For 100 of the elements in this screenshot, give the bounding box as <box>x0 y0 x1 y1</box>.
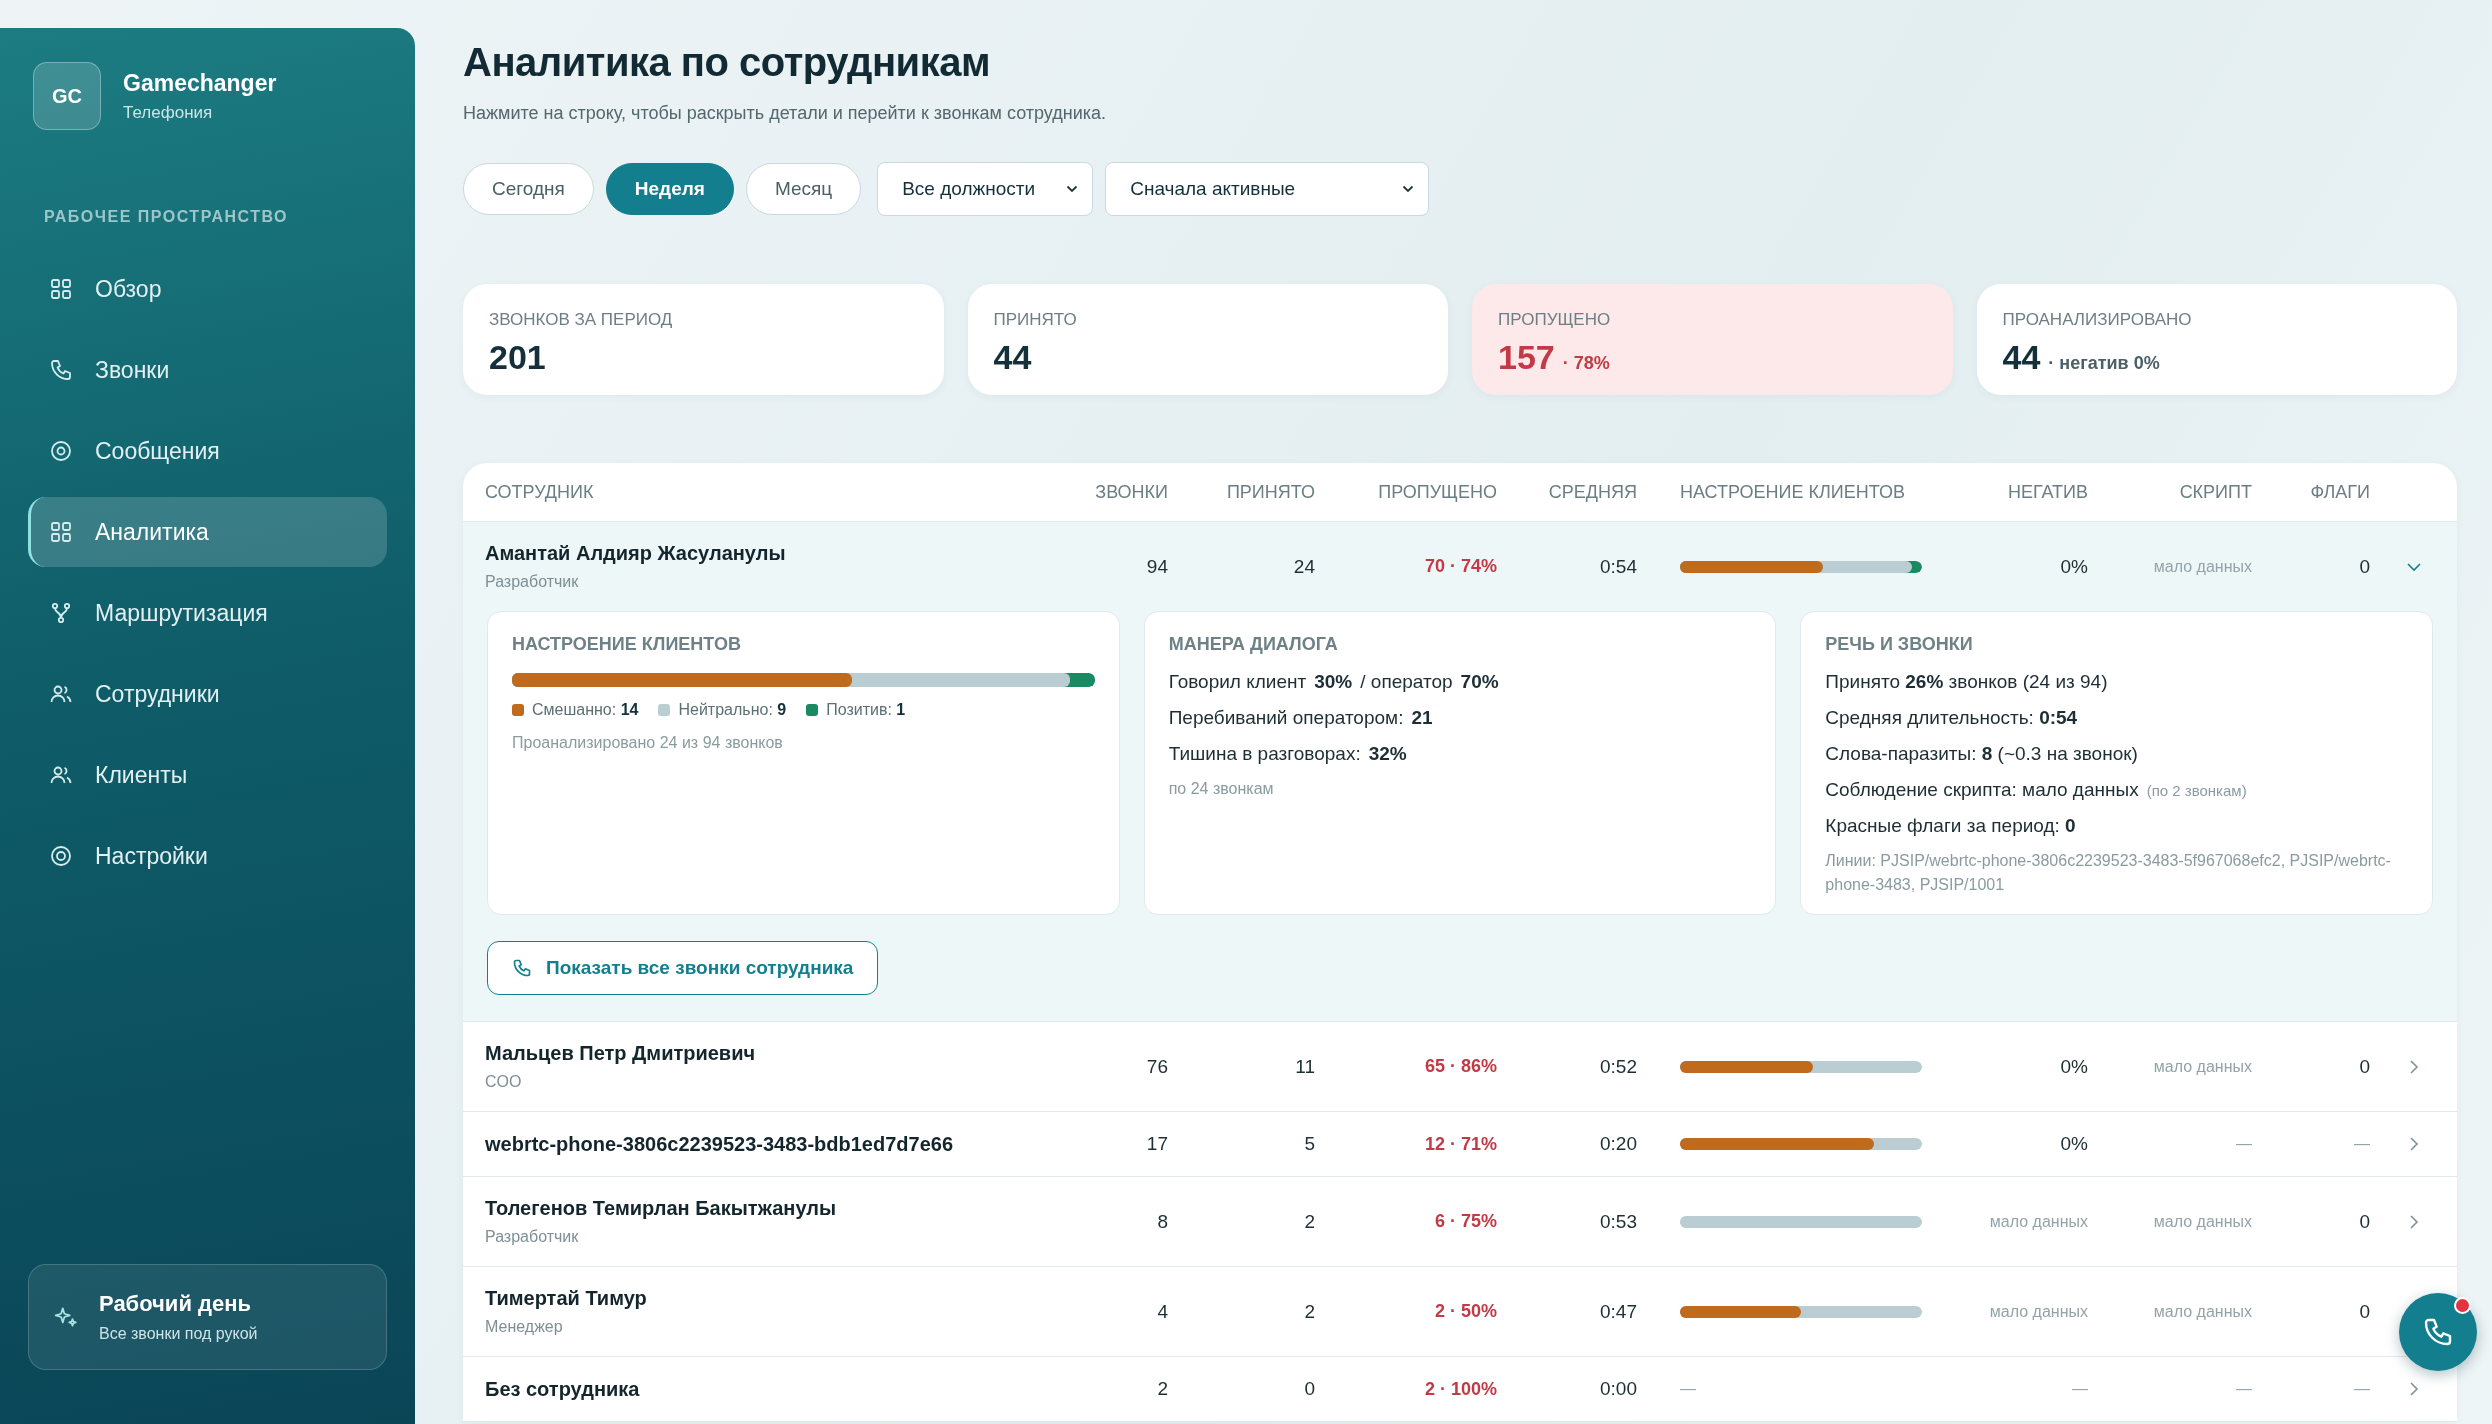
card-title: РЕЧЬ И ЗВОНКИ <box>1825 634 1974 655</box>
card-title: НАСТРОЕНИЕ КЛИЕНТОВ <box>512 634 742 655</box>
column-header: СОТРУДНИК <box>485 481 595 503</box>
column-header: СКРИПТ <box>2178 481 2252 503</box>
nav-item[interactable]: Аналитика <box>28 497 387 567</box>
employee-name: Мальцев Петр Дмитриевич <box>485 1042 757 1065</box>
legend-label: Нейтрально: 9 <box>678 701 787 719</box>
metric-line: Соблюдение скрипта: мало данных <box>1825 779 2139 801</box>
nav-item[interactable]: Звонки <box>28 335 387 405</box>
table-cell-text: мало данных <box>2152 1057 2252 1076</box>
table-cell-text: 0 <box>2358 1300 2370 1323</box>
page-subtitle: Нажмите на строку, чтобы раскрыть детали и перейти к звонкам сотрудника. <box>463 103 1108 124</box>
caret-icon <box>1066 185 1079 193</box>
filter-select[interactable]: Все должности <box>877 162 1094 216</box>
employee-role: COO <box>485 1073 523 1091</box>
phone-icon <box>512 958 532 978</box>
table-cell-text: 70 · 74% <box>1423 556 1497 577</box>
nav-item[interactable]: Настройки <box>28 821 387 891</box>
column-header: ЗВОНКИ <box>1094 481 1168 503</box>
chevron-icon[interactable] <box>2408 1058 2419 1075</box>
settings-icon <box>49 844 73 868</box>
caret-icon <box>1402 185 1415 193</box>
table-cell-text: 0% <box>2059 1055 2088 1078</box>
table-cell-text: 0:54 <box>1599 555 1637 578</box>
table-cell-text: 0 <box>2358 1055 2370 1078</box>
employee-role: Менеджер <box>485 1318 564 1336</box>
metric-line: Перебиваний оператором: 21 <box>1168 707 1434 729</box>
card-note: Линии: PJSIP/webrtc-phone-3806c2239523-3483-5f967068efc2, PJSIP/webrtc-phone-3483, PJSIP/1001 <box>1825 851 2392 895</box>
workday-title: Рабочий день <box>99 1291 253 1317</box>
period-tab[interactable]: Сегодня <box>463 163 594 215</box>
card-title: МАНЕРА ДИАЛОГА <box>1168 634 1339 655</box>
employee-name: webrtc-phone-3806c2239523-3483-bdb1ed7d7e66 <box>485 1132 954 1156</box>
target-icon <box>49 439 73 463</box>
nav-item[interactable]: Сообщения <box>28 416 387 486</box>
chevron-icon[interactable] <box>2408 1213 2419 1230</box>
employee-role: Разработчик <box>485 1228 580 1246</box>
stat-value: 44 <box>993 338 1032 377</box>
table-cell: — <box>1680 1380 1696 1397</box>
table-cell-text: 0 <box>2358 1210 2370 1233</box>
stat-value: 44 <box>2002 338 2041 377</box>
period-tab[interactable]: Неделя <box>605 163 734 215</box>
metric-line: Красные флаги за период: 0 <box>1825 815 2076 837</box>
column-header: НЕГАТИВ <box>2006 481 2088 503</box>
column-header: ПРИНЯТО <box>1225 481 1315 503</box>
table-cell-text: 11 <box>1294 1055 1315 1078</box>
table-cell-text: — <box>2353 1380 2370 1398</box>
table-cell-text: мало данных <box>2152 557 2252 576</box>
table-cell-text: 5 <box>1303 1133 1315 1155</box>
stat-label: ПРОПУЩЕНО <box>1498 310 1612 330</box>
table-cell-text: — <box>2235 1380 2252 1398</box>
table-cell-text: 0:52 <box>1599 1055 1637 1078</box>
section-label: РАБОЧЕЕ ПРОСТРАНСТВО <box>44 208 290 226</box>
nav-item[interactable]: Сотрудники <box>28 659 387 729</box>
metric-line: Принято 26% звонков (24 из 94) <box>1825 671 2108 693</box>
table-cell-text: мало данных <box>1988 1302 2088 1321</box>
workday-subtitle: Все звонки под рукой <box>99 1325 258 1343</box>
brand-name: Gamechanger <box>123 69 277 97</box>
table-cell-text: 94 <box>1145 555 1168 578</box>
table-cell-text: 4 <box>1156 1300 1168 1323</box>
nav-item[interactable]: Маршрутизация <box>28 578 387 648</box>
stat-label: ПРОАНАЛИЗИРОВАНО <box>2002 310 2193 330</box>
table-cell-text: 0 <box>2358 555 2370 578</box>
metric-aside: (по 2 звонкам) <box>2146 782 2247 799</box>
table-cell-text: 2 <box>1303 1210 1315 1233</box>
card-note: по 24 звонкам <box>1168 779 1275 799</box>
show-calls-button[interactable]: Показать все звонки сотрудника <box>487 941 879 995</box>
nav-item[interactable]: Клиенты <box>28 740 387 810</box>
notification-dot <box>2454 1297 2471 1314</box>
legend-label: Смешанно: 14 <box>532 701 639 719</box>
stat-value: 201 <box>489 338 546 377</box>
table-cell-text: 2 <box>1156 1378 1168 1400</box>
logo-badge: GC <box>33 62 101 130</box>
sparkle-icon <box>53 1304 79 1330</box>
table-cell-text: 76 <box>1145 1055 1168 1078</box>
chevron-icon[interactable] <box>2405 561 2422 572</box>
brand-subtitle: Телефония <box>123 102 214 123</box>
table-cell-text: 0:20 <box>1599 1133 1637 1155</box>
table-cell-text: 0 <box>1303 1378 1315 1400</box>
table-cell-text: мало данных <box>2152 1302 2252 1321</box>
employee-name: Амантай Алдияр Жасуланулы <box>485 542 787 565</box>
column-header: НАСТРОЕНИЕ КЛИЕНТОВ <box>1679 481 1906 503</box>
table-cell-text: мало данных <box>1988 1212 2088 1231</box>
grid-icon <box>49 277 73 301</box>
stat-label: ПРИНЯТО <box>993 310 1078 330</box>
period-tab[interactable]: Месяц <box>745 163 862 215</box>
grid-icon <box>49 520 73 544</box>
table-cell-text: 0:53 <box>1599 1210 1637 1233</box>
stat-value: 157 <box>1498 338 1555 377</box>
table-cell-text: 6 · 75% <box>1433 1211 1497 1232</box>
stat-suffix: · 78% <box>1562 353 1610 374</box>
chevron-icon[interactable] <box>2408 1381 2419 1397</box>
table-cell-text: 12 · 71% <box>1423 1133 1497 1155</box>
table-cell-text: мало данных <box>2152 1212 2252 1231</box>
column-header: ПРОПУЩЕНО <box>1377 481 1497 503</box>
table-cell-text: 24 <box>1292 555 1315 578</box>
workday-card[interactable]: Рабочий день Все звонки под рукой <box>28 1264 387 1370</box>
chevron-icon[interactable] <box>2408 1136 2419 1152</box>
filter-select[interactable]: Сначала активные <box>1105 162 1430 216</box>
table-cell-text: 0% <box>2059 555 2088 578</box>
nav-item[interactable]: Обзор <box>28 254 387 324</box>
